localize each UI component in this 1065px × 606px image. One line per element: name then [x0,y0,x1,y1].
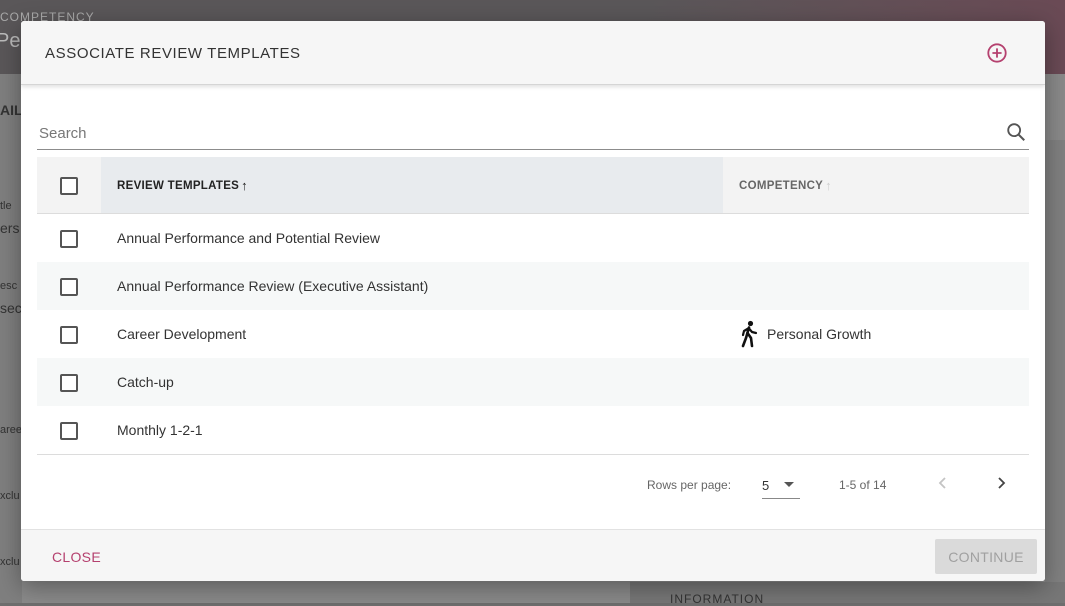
table-row[interactable]: Catch-up [37,358,1029,406]
background-side-text: tle [0,200,12,212]
table-row[interactable]: Annual Performance and Potential Review [37,214,1029,262]
rows-per-page-select[interactable]: 5 [762,469,800,499]
column-header-competency[interactable]: COMPETENCY ↑ [739,178,832,193]
background-right-panel [1045,140,1065,600]
column-header-label: REVIEW TEMPLATES [117,180,240,192]
dialog-title: ASSOCIATE REVIEW TEMPLATES [45,45,301,62]
column-header-label: COMPETENCY [739,180,824,192]
competency-name: Personal Growth [767,326,872,342]
select-all-cell [60,177,78,195]
select-all-checkbox[interactable] [60,177,78,195]
pagination: Rows per page: 5 1-5 of 14 [21,455,1045,511]
column-header-review-templates[interactable]: REVIEW TEMPLATES ↑ [117,178,248,193]
background-side-text: aree [0,424,23,436]
competency-cell: Personal Growth [737,320,871,348]
table-header: REVIEW TEMPLATES ↑ COMPETENCY ↑ [37,157,1029,214]
search-input[interactable] [37,121,997,145]
search-field [37,117,1029,150]
sort-ascending-icon: ↑ [241,178,248,193]
templates-table: REVIEW TEMPLATES ↑ COMPETENCY ↑ Annual P… [37,157,1029,455]
background-side-text: sec [0,300,22,316]
template-name: Annual Performance Review (Executive Ass… [117,278,429,294]
table-row[interactable]: Career Development Personal Growth [37,310,1029,358]
walking-person-icon [741,320,758,348]
background-sidebar: AIL tle ers esc sec aree xclu xclu [0,74,23,603]
caret-down-icon [784,482,794,487]
rows-per-page-value: 5 [762,478,770,493]
background-side-text: xclu [0,556,20,568]
search-icon[interactable] [1005,121,1027,143]
background-side-text: esc [0,280,18,292]
continue-button[interactable]: CONTINUE [935,539,1037,574]
row-checkbox[interactable] [60,326,78,344]
row-checkbox[interactable] [60,278,78,296]
dialog-header: ASSOCIATE REVIEW TEMPLATES [21,21,1045,85]
row-checkbox[interactable] [60,374,78,392]
template-name: Monthly 1-2-1 [117,422,203,438]
background-side-text: ers [0,220,20,236]
chevron-right-icon [998,477,1006,489]
template-name: Career Development [117,326,247,342]
template-name: Catch-up [117,374,174,390]
background-side-text: AIL [0,102,23,118]
row-checkbox[interactable] [60,422,78,440]
table-row[interactable]: Monthly 1-2-1 [37,406,1029,454]
row-checkbox[interactable] [60,230,78,248]
table-row[interactable]: Annual Performance Review (Executive Ass… [37,262,1029,310]
template-name: Annual Performance and Potential Review [117,230,381,246]
associate-review-templates-dialog: ASSOCIATE REVIEW TEMPLATES REVIEW TEMPLA… [21,21,1045,581]
next-page-button[interactable] [989,471,1013,495]
pagination-range: 1-5 of 14 [839,478,887,492]
background-bottom-text: INFORMATION [670,592,765,606]
dialog-footer: CLOSE CONTINUE [21,529,1045,581]
rows-per-page-label: Rows per page: [647,478,732,492]
sort-ascending-icon: ↑ [825,178,832,193]
add-circle-icon [987,43,1007,63]
close-button[interactable]: CLOSE [52,549,101,565]
add-button[interactable] [985,41,1009,65]
previous-page-button[interactable] [931,471,955,495]
chevron-left-icon [938,477,946,489]
background-side-text: xclu [0,490,20,502]
